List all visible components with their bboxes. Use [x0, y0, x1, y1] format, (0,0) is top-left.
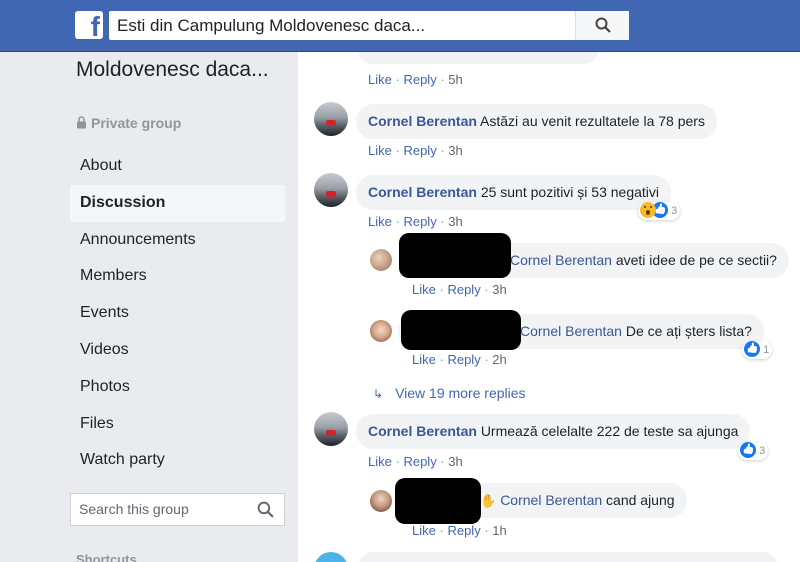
comment-time[interactable]: 2h: [492, 352, 506, 367]
reply-link[interactable]: Reply: [403, 214, 436, 229]
like-link[interactable]: Like: [412, 523, 436, 538]
comment-time[interactable]: 3h: [448, 214, 462, 229]
shortcuts-heading: Shortcuts: [76, 552, 137, 562]
comment-actions: Like · Reply · 3h: [368, 214, 463, 229]
reply-link[interactable]: Reply: [403, 72, 436, 87]
comment-text: cand ajung: [606, 492, 675, 508]
avatar[interactable]: [314, 412, 348, 446]
group-name[interactable]: Moldovenesc daca...: [76, 56, 276, 83]
top-navigation-bar: f Esti din Campulung Moldovenesc daca...: [0, 0, 800, 52]
nav-item-discussion[interactable]: Discussion: [70, 184, 285, 222]
search-icon: [595, 17, 611, 33]
like-link[interactable]: Like: [368, 143, 392, 158]
group-search-box[interactable]: [70, 493, 285, 526]
comment-actions: Like · Reply · 1h: [412, 523, 507, 538]
comment-author[interactable]: Cornel Berentan: [368, 184, 477, 200]
comment-time[interactable]: 3h: [448, 454, 462, 469]
like-reaction-icon: [740, 442, 756, 458]
like-link[interactable]: Like: [368, 214, 392, 229]
reaction-count: 1: [763, 344, 770, 356]
reply-link[interactable]: Reply: [403, 143, 436, 158]
global-search-input[interactable]: Esti din Campulung Moldovenesc daca...: [117, 16, 425, 36]
avatar[interactable]: [370, 490, 392, 512]
group-sidebar: Moldovenesc daca... Private group About …: [0, 52, 298, 562]
mention-link[interactable]: Cornel Berentan: [520, 323, 622, 339]
wave-icon: ✋: [480, 493, 497, 508]
facebook-logo-icon[interactable]: f: [75, 11, 103, 39]
nav-item-photos[interactable]: Photos: [70, 369, 285, 406]
redacted-name: [401, 310, 521, 350]
comment-text: Astăzi au venit rezultatele la 78 pers: [480, 113, 705, 129]
wow-reaction-icon: [640, 202, 656, 218]
privacy-text: Private group: [91, 115, 182, 131]
comment-time[interactable]: 1h: [492, 523, 506, 538]
redacted-name: [395, 478, 481, 524]
reaction-summary[interactable]: 1: [742, 341, 773, 359]
group-nav: About Discussion Announcements Members E…: [70, 148, 285, 479]
avatar[interactable]: [314, 102, 348, 136]
like-link[interactable]: Like: [412, 282, 436, 297]
reply-link[interactable]: Reply: [403, 454, 436, 469]
nav-item-announcements[interactable]: Announcements: [70, 222, 285, 259]
privacy-label: Private group: [76, 115, 181, 131]
comment-time[interactable]: 5h: [448, 72, 462, 87]
nav-item-watch-party[interactable]: Watch party: [70, 442, 285, 479]
global-search-field[interactable]: Esti din Campulung Moldovenesc daca...: [109, 11, 629, 40]
avatar[interactable]: [370, 249, 392, 271]
like-reaction-icon: [744, 341, 760, 357]
reply-link[interactable]: Reply: [447, 282, 480, 297]
comment-actions: Like · Reply · 2h: [412, 352, 507, 367]
reaction-summary[interactable]: 3: [638, 202, 681, 220]
reply-link[interactable]: Reply: [447, 523, 480, 538]
comment-bubble: Cornel Berentan Urmează celelalte 222 de…: [356, 414, 751, 449]
reply-arrow-icon: ↳: [373, 387, 384, 401]
comment-text: 25 sunt pozitivi și 53 negativi: [480, 184, 660, 200]
nav-item-files[interactable]: Files: [70, 406, 285, 443]
lock-icon: [77, 116, 86, 129]
comment-actions: Like · Reply · 3h: [368, 143, 463, 158]
avatar[interactable]: [314, 552, 348, 562]
redacted-name: [399, 233, 511, 278]
nav-item-events[interactable]: Events: [70, 295, 285, 332]
view-more-text[interactable]: View 19 more replies: [395, 385, 525, 401]
comment-author[interactable]: Cornel Berentan: [368, 113, 477, 129]
search-button[interactable]: [575, 11, 629, 40]
comment-bubble: Cornel Berentan Astăzi au venit rezultat…: [356, 104, 717, 139]
comment-text: aveti idee de pe ce sectii?: [615, 252, 777, 268]
nav-item-about[interactable]: About: [70, 148, 285, 185]
nav-item-members[interactable]: Members: [70, 258, 285, 295]
comment-bubble: Cornel Berentan 25 sunt pozitivi și 53 n…: [356, 175, 672, 210]
reply-link[interactable]: Reply: [447, 352, 480, 367]
comment-text: Urmează celelalte 222 de teste sa ajunga: [480, 423, 739, 439]
mention-link[interactable]: Cornel Berentan: [500, 492, 602, 508]
like-link[interactable]: Like: [368, 454, 392, 469]
comment-time[interactable]: 3h: [492, 282, 506, 297]
discussion-feed: Like · Reply · 5h Cornel Berentan Astăzi…: [298, 52, 800, 562]
nav-item-videos[interactable]: Videos: [70, 332, 285, 369]
comment-bubble: [358, 552, 778, 562]
reaction-count: 3: [671, 205, 678, 217]
comment-time[interactable]: 3h: [448, 143, 462, 158]
mention-link[interactable]: Cornel Berentan: [510, 252, 612, 268]
group-search-input[interactable]: [79, 501, 249, 517]
search-icon[interactable]: [257, 501, 274, 518]
like-link[interactable]: Like: [412, 352, 436, 367]
comment-author[interactable]: Cornel Berentan: [368, 423, 477, 439]
avatar[interactable]: [370, 320, 392, 342]
comment-text: De ce ați șters lista?: [625, 323, 752, 339]
reaction-count: 3: [759, 445, 766, 457]
view-more-replies-link[interactable]: ↳ View 19 more replies: [373, 385, 526, 401]
comment-actions: Like · Reply · 3h: [368, 454, 463, 469]
avatar[interactable]: [314, 173, 348, 207]
reaction-summary[interactable]: 3: [738, 442, 769, 460]
comment-actions: Like · Reply · 3h: [412, 282, 507, 297]
like-link[interactable]: Like: [368, 72, 392, 87]
comment-bubble: [358, 52, 598, 64]
comment-actions: Like · Reply · 5h: [368, 72, 463, 87]
